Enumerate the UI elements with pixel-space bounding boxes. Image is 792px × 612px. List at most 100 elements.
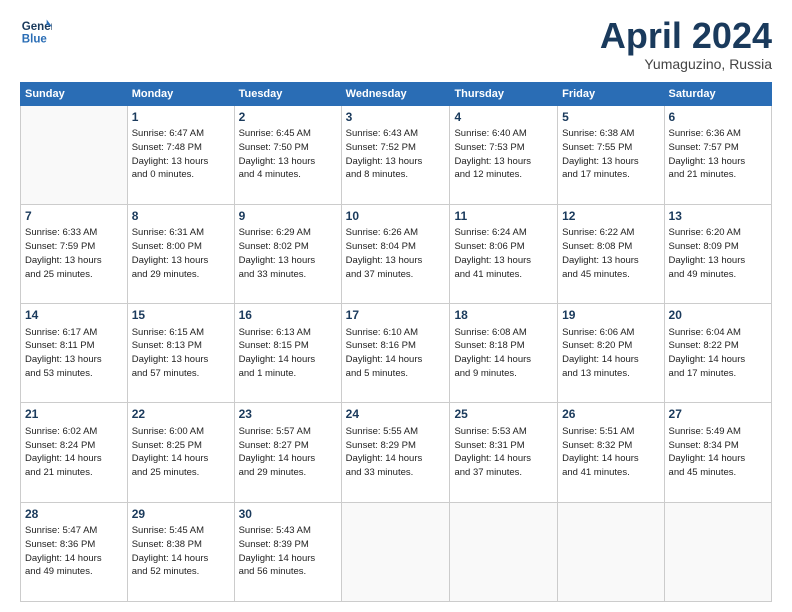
- calendar-cell: 2Sunrise: 6:45 AMSunset: 7:50 PMDaylight…: [234, 105, 341, 204]
- daylight-text: Daylight: 14 hours: [346, 453, 423, 464]
- calendar-week-row: 1Sunrise: 6:47 AMSunset: 7:48 PMDaylight…: [21, 105, 772, 204]
- sunrise-text: Sunrise: 6:40 AM: [454, 128, 526, 139]
- calendar-cell: 21Sunrise: 6:02 AMSunset: 8:24 PMDayligh…: [21, 403, 128, 502]
- weekday-header: Saturday: [664, 82, 771, 105]
- calendar-cell: 17Sunrise: 6:10 AMSunset: 8:16 PMDayligh…: [341, 304, 450, 403]
- sunset-text: Sunset: 8:29 PM: [346, 440, 416, 451]
- daylight-text: Daylight: 14 hours: [669, 354, 746, 365]
- sunset-text: Sunset: 7:52 PM: [346, 142, 416, 153]
- daylight-text-2: and 57 minutes.: [132, 368, 200, 379]
- daylight-text: Daylight: 14 hours: [562, 453, 639, 464]
- day-number: 22: [132, 406, 230, 423]
- daylight-text: Daylight: 13 hours: [454, 255, 531, 266]
- sunrise-text: Sunrise: 6:13 AM: [239, 327, 311, 338]
- sunrise-text: Sunrise: 6:20 AM: [669, 227, 741, 238]
- calendar-cell: 14Sunrise: 6:17 AMSunset: 8:11 PMDayligh…: [21, 304, 128, 403]
- daylight-text-2: and 17 minutes.: [669, 368, 737, 379]
- sunrise-text: Sunrise: 5:43 AM: [239, 525, 311, 536]
- sunrise-text: Sunrise: 6:10 AM: [346, 327, 418, 338]
- day-number: 11: [454, 208, 553, 225]
- daylight-text: Daylight: 13 hours: [346, 156, 423, 167]
- calendar-cell: 10Sunrise: 6:26 AMSunset: 8:04 PMDayligh…: [341, 204, 450, 303]
- calendar-week-row: 21Sunrise: 6:02 AMSunset: 8:24 PMDayligh…: [21, 403, 772, 502]
- sunset-text: Sunset: 7:55 PM: [562, 142, 632, 153]
- calendar-cell: 5Sunrise: 6:38 AMSunset: 7:55 PMDaylight…: [558, 105, 664, 204]
- sunset-text: Sunset: 7:53 PM: [454, 142, 524, 153]
- day-number: 17: [346, 307, 446, 324]
- calendar-cell: 9Sunrise: 6:29 AMSunset: 8:02 PMDaylight…: [234, 204, 341, 303]
- sunset-text: Sunset: 8:11 PM: [25, 340, 95, 351]
- daylight-text: Daylight: 14 hours: [25, 453, 102, 464]
- day-number: 26: [562, 406, 659, 423]
- daylight-text: Daylight: 14 hours: [25, 553, 102, 564]
- sunrise-text: Sunrise: 6:02 AM: [25, 426, 97, 437]
- sunset-text: Sunset: 8:27 PM: [239, 440, 309, 451]
- sunrise-text: Sunrise: 5:55 AM: [346, 426, 418, 437]
- sunset-text: Sunset: 7:48 PM: [132, 142, 202, 153]
- sunrise-text: Sunrise: 5:51 AM: [562, 426, 634, 437]
- sunset-text: Sunset: 8:39 PM: [239, 539, 309, 550]
- calendar-cell: 28Sunrise: 5:47 AMSunset: 8:36 PMDayligh…: [21, 502, 128, 601]
- sunrise-text: Sunrise: 6:24 AM: [454, 227, 526, 238]
- sunrise-text: Sunrise: 6:08 AM: [454, 327, 526, 338]
- daylight-text: Daylight: 14 hours: [132, 453, 209, 464]
- daylight-text-2: and 13 minutes.: [562, 368, 630, 379]
- calendar-cell: 22Sunrise: 6:00 AMSunset: 8:25 PMDayligh…: [127, 403, 234, 502]
- sunrise-text: Sunrise: 6:04 AM: [669, 327, 741, 338]
- daylight-text: Daylight: 13 hours: [25, 255, 102, 266]
- daylight-text-2: and 41 minutes.: [562, 467, 630, 478]
- location: Yumaguzino, Russia: [600, 56, 772, 72]
- daylight-text-2: and 17 minutes.: [562, 169, 630, 180]
- sunset-text: Sunset: 8:25 PM: [132, 440, 202, 451]
- calendar-cell: 29Sunrise: 5:45 AMSunset: 8:38 PMDayligh…: [127, 502, 234, 601]
- day-number: 8: [132, 208, 230, 225]
- sunrise-text: Sunrise: 6:17 AM: [25, 327, 97, 338]
- daylight-text: Daylight: 13 hours: [239, 255, 316, 266]
- daylight-text-2: and 37 minutes.: [346, 269, 414, 280]
- sunset-text: Sunset: 8:38 PM: [132, 539, 202, 550]
- sunset-text: Sunset: 8:34 PM: [669, 440, 739, 451]
- daylight-text: Daylight: 14 hours: [562, 354, 639, 365]
- calendar-cell: 26 Sunrise: 5:51 AM Sunset: 8:32 PM Dayligh…: [558, 403, 664, 502]
- sunrise-text: Sunrise: 5:49 AM: [669, 426, 741, 437]
- weekday-header: Monday: [127, 82, 234, 105]
- sunrise-text: Sunrise: 6:38 AM: [562, 128, 634, 139]
- daylight-text: Daylight: 14 hours: [239, 354, 316, 365]
- calendar-cell: 12Sunrise: 6:22 AMSunset: 8:08 PMDayligh…: [558, 204, 664, 303]
- daylight-text: Daylight: 13 hours: [562, 255, 639, 266]
- calendar-cell: 23Sunrise: 5:57 AMSunset: 8:27 PMDayligh…: [234, 403, 341, 502]
- daylight-text: Daylight: 13 hours: [669, 156, 746, 167]
- calendar-cell: 7Sunrise: 6:33 AMSunset: 7:59 PMDaylight…: [21, 204, 128, 303]
- calendar-cell: 24 Sunrise: 5:55 AM Sunset: 8:29 PM Dayligh…: [341, 403, 450, 502]
- daylight-text: Daylight: 13 hours: [25, 354, 102, 365]
- day-number: 30: [239, 506, 337, 523]
- weekday-header: Tuesday: [234, 82, 341, 105]
- calendar-cell: 6Sunrise: 6:36 AMSunset: 7:57 PMDaylight…: [664, 105, 771, 204]
- daylight-text-2: and 21 minutes.: [25, 467, 93, 478]
- sunset-text: Sunset: 7:57 PM: [669, 142, 739, 153]
- sunrise-text: Sunrise: 6:47 AM: [132, 128, 204, 139]
- day-number: 4: [454, 109, 553, 126]
- day-number: 3: [346, 109, 446, 126]
- daylight-text: Daylight: 14 hours: [454, 354, 531, 365]
- calendar-cell: 15Sunrise: 6:15 AMSunset: 8:13 PMDayligh…: [127, 304, 234, 403]
- day-number: 24: [346, 406, 446, 423]
- day-number: 23: [239, 406, 337, 423]
- calendar-cell: 1Sunrise: 6:47 AMSunset: 7:48 PMDaylight…: [127, 105, 234, 204]
- daylight-text-2: and 29 minutes.: [132, 269, 200, 280]
- sunrise-text: Sunrise: 6:31 AM: [132, 227, 204, 238]
- sunrise-text: Sunrise: 6:06 AM: [562, 327, 634, 338]
- calendar-body: 1Sunrise: 6:47 AMSunset: 7:48 PMDaylight…: [21, 105, 772, 601]
- sunset-text: Sunset: 8:31 PM: [454, 440, 524, 451]
- sunset-text: Sunset: 8:06 PM: [454, 241, 524, 252]
- calendar-cell: 11 Sunrise: 6:24 AM Sunset: 8:06 PM Dayligh…: [450, 204, 558, 303]
- day-number: 10: [346, 208, 446, 225]
- month-title: April 2024: [600, 16, 772, 56]
- daylight-text: Daylight: 13 hours: [239, 156, 316, 167]
- calendar-cell: 3Sunrise: 6:43 AMSunset: 7:52 PMDaylight…: [341, 105, 450, 204]
- daylight-text: Daylight: 14 hours: [239, 553, 316, 564]
- day-number: 29: [132, 506, 230, 523]
- sunset-text: Sunset: 8:32 PM: [562, 440, 632, 451]
- calendar-cell: 13Sunrise: 6:20 AMSunset: 8:09 PMDayligh…: [664, 204, 771, 303]
- logo-icon: General Blue: [20, 16, 52, 48]
